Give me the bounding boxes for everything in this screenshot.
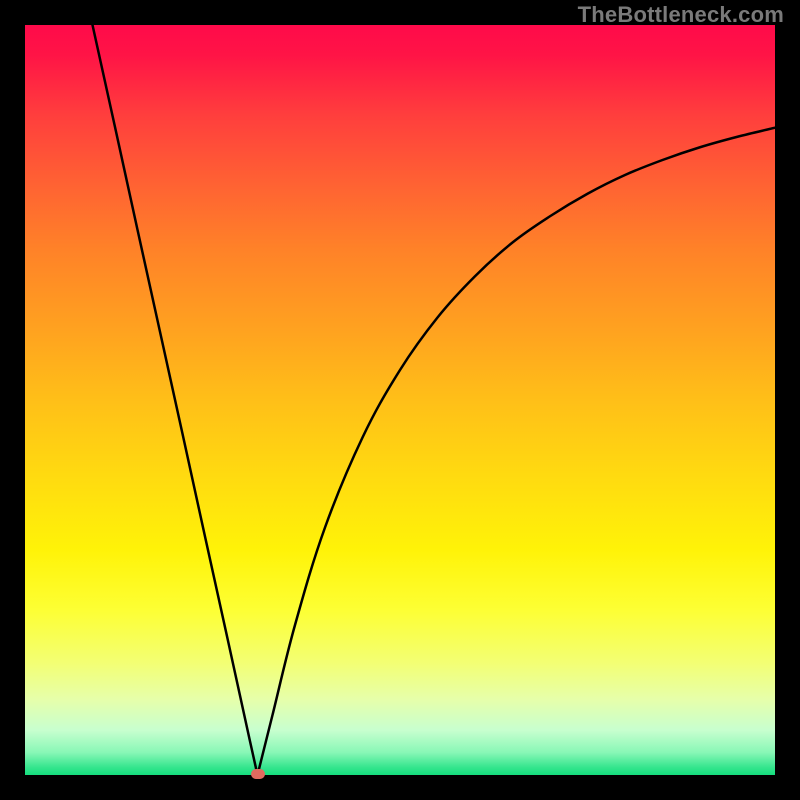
plot-area: [25, 25, 775, 775]
bottleneck-curve: [93, 25, 776, 775]
chart-frame: TheBottleneck.com: [0, 0, 800, 800]
curve-layer: [25, 25, 775, 775]
